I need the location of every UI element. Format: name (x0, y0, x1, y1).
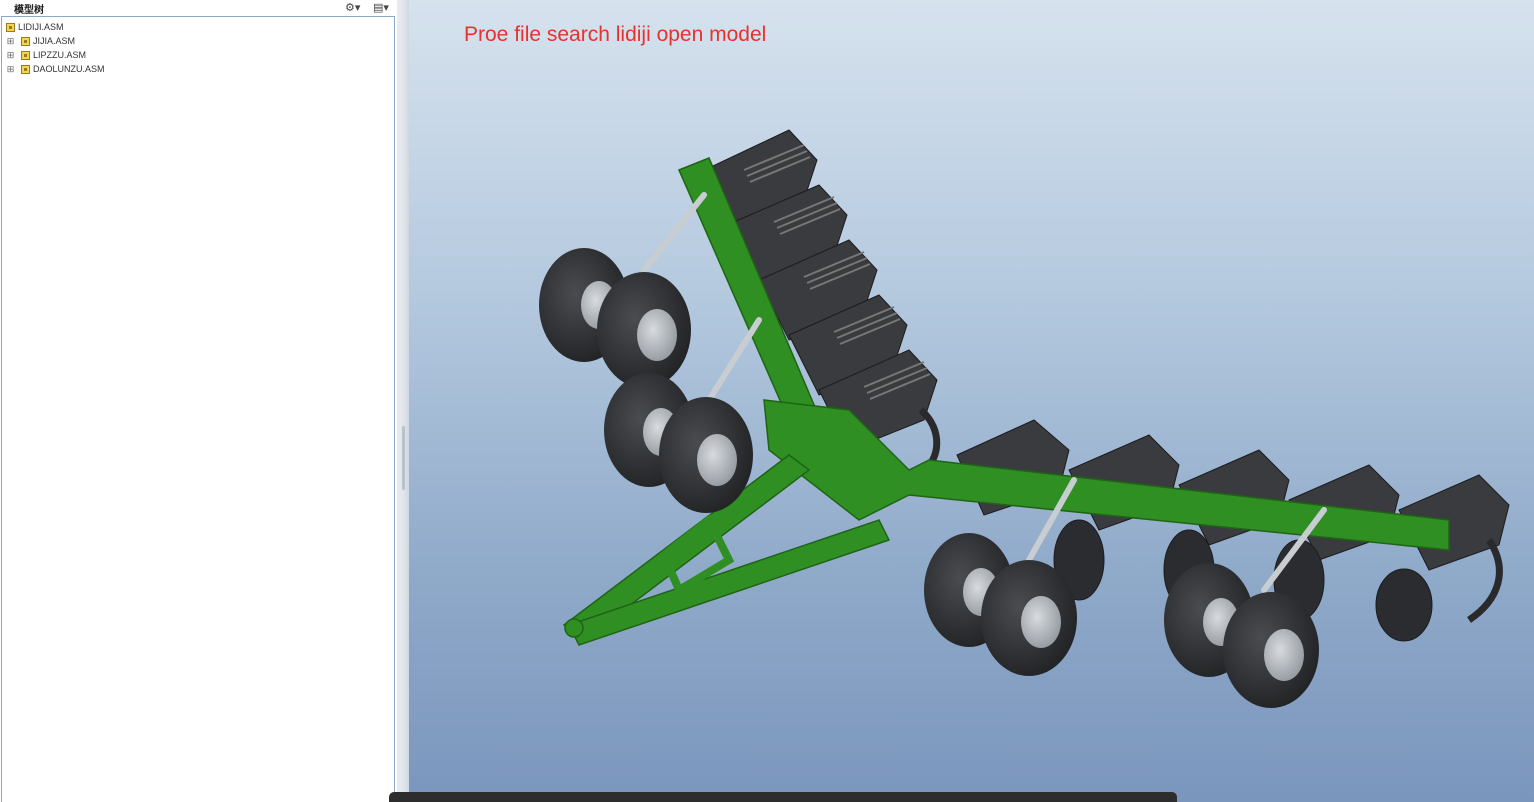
model-tree: LIDIJI.ASM ⊞ JIJIA.ASM ⊞ LIPZZU.ASM ⊞ DA… (1, 16, 395, 802)
expand-icon[interactable]: ⊞ (6, 50, 15, 61)
splitter-grip[interactable] (402, 426, 405, 490)
model-render (539, 129, 1510, 708)
graphics-viewport[interactable]: Proe file search lidiji open model (409, 0, 1534, 802)
tree-node-lipzzu[interactable]: ⊞ LIPZZU.ASM (6, 48, 86, 62)
assembly-icon (21, 36, 30, 46)
assembly-icon (21, 50, 30, 60)
tree-node-label: LIDIJI.ASM (18, 22, 64, 32)
tree-settings-icon[interactable]: ⚙▾ (345, 1, 360, 14)
tree-node-label: JIJIA.ASM (33, 36, 76, 46)
tree-node-daolunzu[interactable]: ⊞ DAOLUNZU.ASM (6, 62, 105, 76)
tree-node-label: DAOLUNZU.ASM (33, 64, 105, 74)
horizontal-scrollbar[interactable] (389, 792, 1177, 802)
expand-icon[interactable]: ⊞ (6, 64, 15, 75)
panel-splitter[interactable] (397, 0, 409, 802)
tree-node-jijia[interactable]: ⊞ JIJIA.ASM (6, 34, 75, 48)
model-tree-title: 模型树 (14, 5, 44, 16)
assembly-icon (6, 22, 15, 32)
model-tree-panel: 模型树 ⚙▾ ▤▾ LIDIJI.ASM ⊞ JIJIA.ASM ⊞ LIPZZ… (0, 0, 397, 802)
expand-icon[interactable]: ⊞ (6, 36, 15, 47)
tree-node-root[interactable]: LIDIJI.ASM (6, 20, 64, 34)
assembly-icon (21, 64, 30, 74)
viewport-caption: Proe file search lidiji open model (464, 23, 767, 46)
show-filter-icon[interactable]: ▤▾ (373, 1, 389, 14)
tree-node-label: LIPZZU.ASM (33, 50, 87, 60)
model-tree-header: 模型树 ⚙▾ ▤▾ (0, 0, 397, 16)
